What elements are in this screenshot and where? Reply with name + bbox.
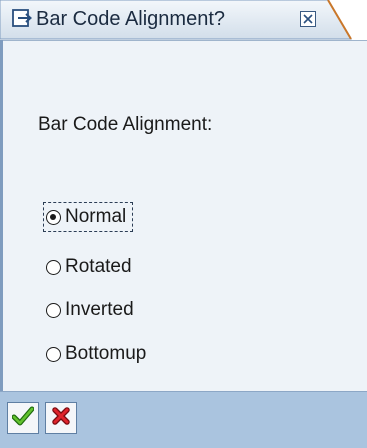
left-border	[0, 40, 3, 448]
radio-button[interactable]	[46, 259, 61, 275]
radio-inverted[interactable]: Inverted	[46, 296, 134, 324]
cancel-button[interactable]	[45, 402, 77, 434]
radio-rotated[interactable]: Rotated	[46, 253, 132, 281]
radio-button-checked[interactable]	[46, 209, 61, 225]
radio-button[interactable]	[46, 302, 61, 318]
radio-normal[interactable]: Normal	[42, 202, 134, 232]
radio-label-bottomup: Bottomup	[65, 343, 147, 364]
bar-code-alignment-dialog: Bar Code Alignment? Bar Code Alignment: …	[0, 0, 367, 448]
title-tab: Bar Code Alignment?	[0, 0, 352, 40]
close-box-icon[interactable]	[300, 11, 316, 27]
radio-label-inverted: Inverted	[65, 299, 134, 320]
window-title: Bar Code Alignment?	[36, 8, 226, 30]
checkmark-icon	[11, 406, 35, 431]
dialog-arrow-icon	[12, 9, 32, 29]
button-bar	[0, 391, 367, 448]
ok-button[interactable]	[7, 402, 39, 434]
radio-label-rotated: Rotated	[65, 256, 132, 277]
radio-bottomup[interactable]: Bottomup	[46, 340, 146, 368]
cancel-x-icon	[51, 406, 71, 431]
radio-label-normal: Normal	[65, 206, 127, 227]
radio-button[interactable]	[46, 346, 61, 362]
alignment-label: Bar Code Alignment:	[38, 114, 213, 135]
